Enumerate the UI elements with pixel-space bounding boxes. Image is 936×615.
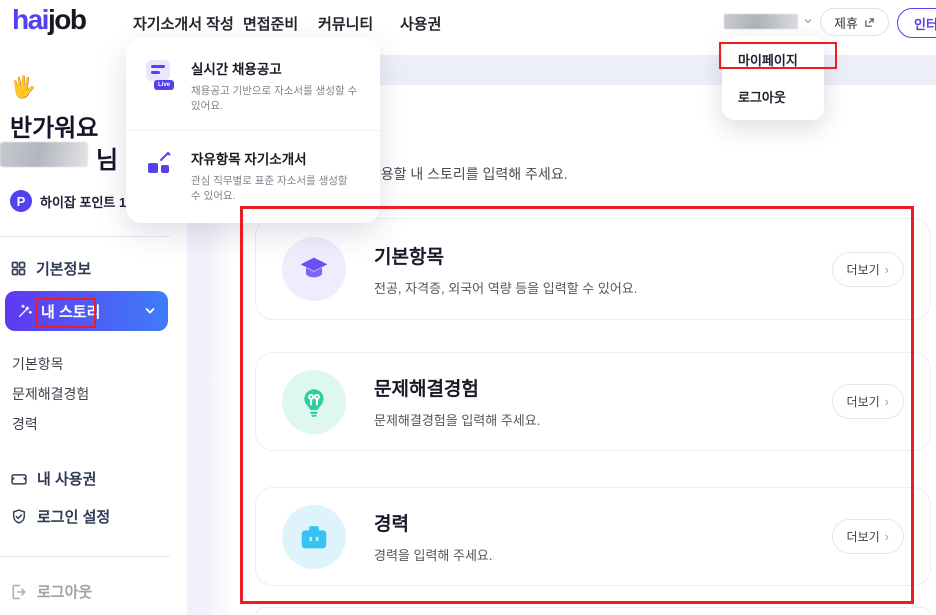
menu-item-title: 자유항목 자기소개서 <box>191 148 360 168</box>
nav-community[interactable]: 커뮤니티 <box>318 13 373 34</box>
menu-item-free-form[interactable]: 자유항목 자기소개서 관심 직무별로 표준 자소서를 생성할 수 있어요. <box>146 142 360 209</box>
sidebar-divider <box>0 236 170 237</box>
points-label: 하이잡 포인트 <box>40 195 115 210</box>
grid-icon <box>10 260 27 277</box>
sidebar-item-label: 내 스토리 <box>41 301 100 322</box>
sidebar-item-logout[interactable]: 로그아웃 <box>10 581 92 602</box>
story-card-basic[interactable]: 기본항목 전공, 자격증, 외국어 역량 등을 입력할 수 있어요. 더보기 › <box>255 218 931 320</box>
points-text: 하이잡 포인트 1 <box>40 192 126 211</box>
card-title: 문제해결경험 <box>374 374 832 401</box>
story-card-problem-solving[interactable]: 문제해결경험 문제해결경험을 입력해 주세요. 더보기 › <box>255 352 931 451</box>
partner-button[interactable]: 제휴 <box>820 8 889 36</box>
free-form-icon <box>146 148 178 176</box>
interview-button[interactable]: 인터뷰 <box>897 8 936 38</box>
card-title: 경력 <box>374 509 832 536</box>
logo-hai: hai <box>12 4 48 35</box>
more-button[interactable]: 더보기 › <box>832 519 904 554</box>
sidebar-divider <box>0 556 170 557</box>
app-window: haijob 자기소개서 작성 면접준비 커뮤니티 사용권 제휴 인터뷰 🖐 반… <box>0 0 936 615</box>
more-label: 더보기 <box>847 393 880 410</box>
ticket-icon <box>10 470 28 488</box>
magic-wand-icon <box>17 303 33 319</box>
story-card-career[interactable]: 경력 경력을 입력해 주세요. 더보기 › <box>255 487 931 586</box>
username-redacted[interactable] <box>724 14 798 29</box>
sidebar-item-label: 기본정보 <box>36 258 91 279</box>
point-badge-icon: P <box>10 190 32 212</box>
logout-icon <box>10 583 28 601</box>
card-text: 문제해결경험 문제해결경험을 입력해 주세요. <box>374 374 832 429</box>
card-desc: 전공, 자격증, 외국어 역량 등을 입력할 수 있어요. <box>374 278 832 297</box>
more-label: 더보기 <box>847 528 880 545</box>
wave-hand-emoji: 🖐 <box>10 76 36 100</box>
partner-label: 제휴 <box>834 13 858 32</box>
dropdown-divider <box>126 130 380 131</box>
card-text: 기본항목 전공, 자격증, 외국어 역량 등을 입력할 수 있어요. <box>374 242 832 297</box>
points-row: P 하이잡 포인트 1 <box>10 190 126 212</box>
name-suffix: 님 <box>96 140 118 175</box>
card-title: 기본항목 <box>374 242 832 269</box>
lightbulb-icon <box>282 370 346 434</box>
greeting-text: 반가워요 <box>10 108 98 143</box>
sidebar-item-my-license[interactable]: 내 사용권 <box>10 468 96 489</box>
more-button[interactable]: 더보기 › <box>832 252 904 287</box>
sidebar-subitem-career[interactable]: 경력 <box>12 414 38 434</box>
menu-item-mypage[interactable]: 마이페이지 <box>738 50 808 69</box>
story-card-partial <box>255 607 931 615</box>
more-label: 더보기 <box>847 261 880 278</box>
sidebar-subitem-basic[interactable]: 기본항목 <box>12 354 64 374</box>
chevron-right-icon: › <box>885 263 889 276</box>
logo[interactable]: haijob <box>12 4 85 36</box>
logo-job: job <box>48 4 86 35</box>
card-text: 경력 경력을 입력해 주세요. <box>374 509 832 564</box>
chevron-right-icon: › <box>885 530 889 543</box>
shield-check-icon <box>10 508 28 526</box>
more-button[interactable]: 더보기 › <box>832 384 904 419</box>
graduation-cap-icon <box>282 237 346 301</box>
sidebar-item-my-story[interactable]: 내 스토리 <box>5 291 168 331</box>
user-caret-icon[interactable] <box>803 16 813 26</box>
card-desc: 경력을 입력해 주세요. <box>374 545 832 564</box>
nav-license[interactable]: 사용권 <box>400 13 441 34</box>
sidebar-item-basic-info[interactable]: 기본정보 <box>10 258 91 279</box>
menu-item-desc: 채용공고 기반으로 자소서를 생성할 수 있어요. <box>191 83 360 113</box>
profile-dropdown: 마이페이지 로그아웃 <box>722 36 824 120</box>
nav-cover-letter[interactable]: 자기소개서 작성 <box>133 13 234 34</box>
sidebar-item-label: 로그아웃 <box>37 581 92 602</box>
menu-item-title: 실시간 채용공고 <box>191 58 360 78</box>
sidebar-item-login-settings[interactable]: 로그인 설정 <box>10 506 110 527</box>
chevron-down-icon[interactable] <box>144 305 156 317</box>
live-badge: Live <box>154 80 174 90</box>
menu-item-desc: 관심 직무별로 표준 자소서를 생성할 수 있어요. <box>191 173 360 203</box>
external-link-icon <box>864 17 875 28</box>
nav-interview-prep[interactable]: 면접준비 <box>243 13 298 34</box>
sidebar-item-label: 로그인 설정 <box>37 506 110 527</box>
sidebar-item-label: 내 사용권 <box>37 468 96 489</box>
menu-item-logout[interactable]: 로그아웃 <box>738 87 808 106</box>
user-name-redacted <box>0 142 88 167</box>
card-desc: 문제해결경험을 입력해 주세요. <box>374 410 832 429</box>
briefcase-icon <box>282 505 346 569</box>
chevron-right-icon: › <box>885 395 889 408</box>
menu-item-realtime-jobs[interactable]: Live 실시간 채용공고 채용공고 기반으로 자소서를 생성할 수 있어요. <box>146 52 360 119</box>
sidebar-subitem-problem-solving[interactable]: 문제해결경험 <box>12 384 89 404</box>
realtime-jobs-icon: Live <box>146 58 178 90</box>
interview-label: 인터뷰 <box>914 14 936 33</box>
cover-letter-dropdown: Live 실시간 채용공고 채용공고 기반으로 자소서를 생성할 수 있어요. … <box>126 38 380 223</box>
